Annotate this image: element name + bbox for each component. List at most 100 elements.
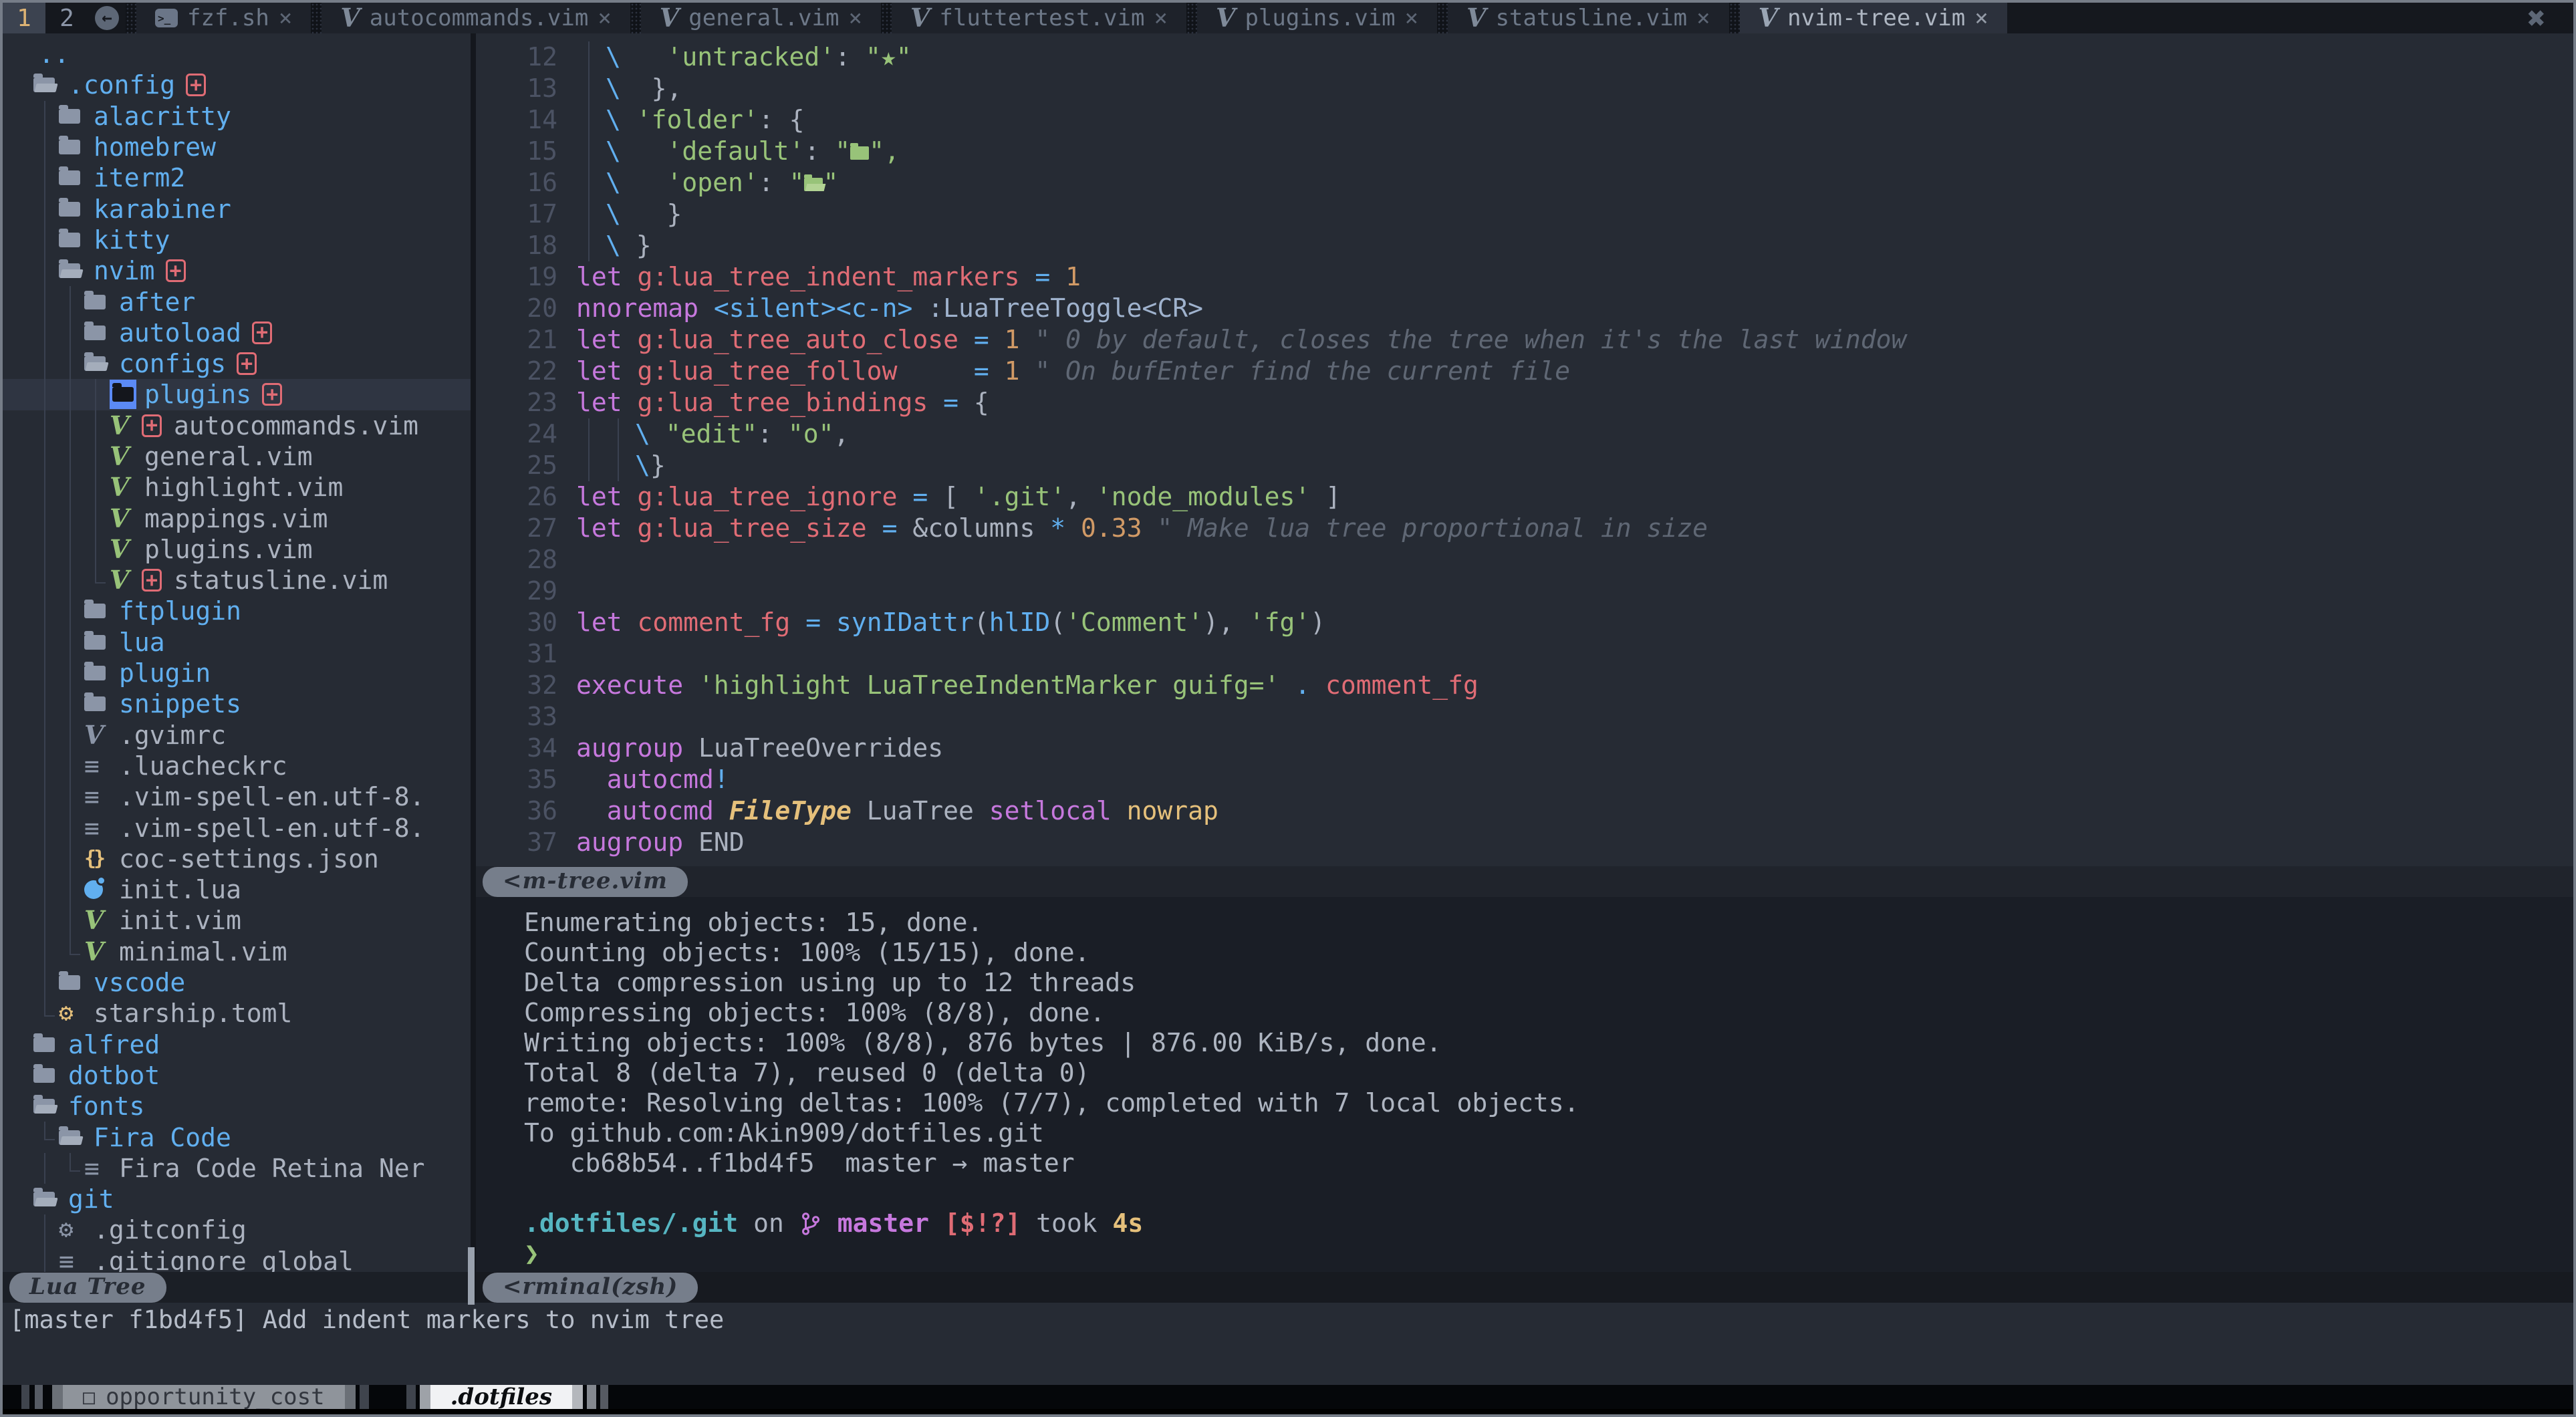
tree-row-init.vim[interactable]: Vinit.vim <box>3 905 471 936</box>
tree-row-homebrew[interactable]: homebrew <box>3 132 471 162</box>
tab-close-icon[interactable]: × <box>279 5 292 31</box>
indent-line-marker <box>59 751 84 781</box>
tree-row-highlight.vim[interactable]: Vhighlight.vim <box>3 472 471 503</box>
tree-row-plugins[interactable]: plugins+ <box>3 379 471 410</box>
tmux-session-opportunity-cost[interactable]: □ opportunity_cost <box>52 1385 369 1409</box>
code-text: \} <box>576 450 666 481</box>
tree-row-.gitignore-global[interactable]: ≡.gitignore_global <box>3 1246 471 1272</box>
tab-close-icon[interactable]: × <box>1696 5 1710 31</box>
back-circle-icon[interactable]: ← <box>88 3 126 33</box>
tree-row-nvim[interactable]: nvim+ <box>3 255 471 286</box>
list-file-icon: ≡ <box>84 1156 100 1181</box>
terminal-buffer[interactable]: Enumerating objects: 15, done.Counting o… <box>476 897 2573 1272</box>
code-token: } <box>667 199 682 229</box>
indent-line-marker <box>33 410 59 441</box>
tab-close-icon[interactable]: × <box>1154 5 1167 31</box>
tree-row-fonts[interactable]: fonts <box>3 1091 471 1122</box>
tab-close-icon[interactable]: × <box>598 5 611 31</box>
tree-row-snippets[interactable]: snippets <box>3 688 471 719</box>
close-all-icon[interactable]: ✖ <box>2500 3 2573 33</box>
code-text: autocmd FileType LuaTree setlocal nowrap <box>576 795 1218 827</box>
tab-close-icon[interactable]: × <box>1974 5 1988 31</box>
code-token: 'highlight LuaTreeIndentMarker guifg=' <box>698 670 1279 700</box>
tab-nvim-tree.vim[interactable]: Vnvim-tree.vim× <box>1740 3 2007 33</box>
tree-row-alfred[interactable]: alfred <box>3 1029 471 1060</box>
tree-row-.gvimrc[interactable]: V.gvimrc <box>3 720 471 751</box>
indent-line-marker <box>59 688 84 719</box>
tree-scrollbar-thumb[interactable] <box>468 1247 475 1305</box>
tree-row-plugin[interactable]: plugin <box>3 658 471 688</box>
tree-row-git[interactable]: git <box>3 1184 471 1214</box>
tree-row-karabiner[interactable]: karabiner <box>3 193 471 224</box>
tree-label: plugin <box>119 658 211 688</box>
tab-statusline.vim[interactable]: Vstatusline.vim× <box>1448 3 1729 33</box>
tree-row-autoload[interactable]: autoload+ <box>3 317 471 348</box>
tmux-window-1[interactable]: 1 <box>3 3 45 33</box>
tree-row-kitty[interactable]: kitty <box>3 225 471 255</box>
nvim-tree-pane[interactable]: ...config+alacrittyhomebrewiterm2karabin… <box>3 33 471 1303</box>
tree-row-coc-settings.json[interactable]: {}coc-settings.json <box>3 844 471 874</box>
tree-row-autocommands.vim[interactable]: V+autocommands.vim <box>3 410 471 441</box>
code-text: autocmd! <box>576 764 729 795</box>
code-token: \ <box>635 450 650 480</box>
folder-icon <box>59 109 88 124</box>
tree-row-lua[interactable]: lua <box>3 627 471 658</box>
tree-row-Fira-Code-Retina-Ner[interactable]: ≡Fira Code Retina Ner <box>3 1153 471 1184</box>
tree-row-.config[interactable]: .config+ <box>3 70 471 100</box>
tree-row-after[interactable]: after <box>3 286 471 317</box>
tree-row-alacritty[interactable]: alacritty <box>3 101 471 132</box>
code-token: \ <box>606 168 667 197</box>
tree-row-starship.toml[interactable]: ⚙starship.toml <box>3 998 471 1029</box>
code-token: "edit" <box>666 419 757 448</box>
editor-buffer[interactable]: 12\ 'untracked': "★"13\ },14\ 'folder': … <box>476 33 2573 866</box>
tree-label: highlight.vim <box>144 473 343 502</box>
indent-guide <box>588 230 606 261</box>
tree-label: .. <box>39 39 70 69</box>
tab-plugins.vim[interactable]: Vplugins.vim× <box>1197 3 1437 33</box>
tree-row-mappings.vim[interactable]: Vmappings.vim <box>3 503 471 533</box>
tree-row-.vim-spell-en.utf-8.[interactable]: ≡.vim-spell-en.utf-8. <box>3 781 471 812</box>
tab-general.vim[interactable]: Vgeneral.vim× <box>641 3 881 33</box>
tab-close-icon[interactable]: × <box>848 5 862 31</box>
tree-row-dotbot[interactable]: dotbot <box>3 1060 471 1091</box>
tab-autocommands.vim[interactable]: Vautocommands.vim× <box>321 3 630 33</box>
tree-row-.vim-spell-en.utf-8.[interactable]: ≡.vim-spell-en.utf-8. <box>3 812 471 843</box>
tmux-session-dotfiles[interactable]: .dotfiles <box>406 1385 608 1409</box>
tree-row-..[interactable]: .. <box>3 39 471 70</box>
vim-icon: V <box>84 908 104 933</box>
lua-icon <box>84 880 103 899</box>
line-number: 20 <box>476 293 576 324</box>
tree-row-vscode[interactable]: vscode <box>3 967 471 998</box>
tree-row-.luacheckrc[interactable]: ≡.luacheckrc <box>3 751 471 781</box>
folder-open-icon <box>33 1192 63 1206</box>
tab-fluttertest.vim[interactable]: Vfluttertest.vim× <box>892 3 1186 33</box>
tmux-session-label: opportunity_cost <box>106 1384 325 1410</box>
code-token: let <box>576 262 638 291</box>
tree-row-init.lua[interactable]: init.lua <box>3 874 471 905</box>
tree-row-configs[interactable]: configs+ <box>3 348 471 379</box>
tab-fzf.sh[interactable]: >_fzf.sh× <box>136 3 311 33</box>
folder-closed-glyph <box>33 1068 55 1083</box>
indent-line-marker <box>33 751 59 781</box>
terminal-line: Enumerating objects: 15, done. <box>524 908 2573 938</box>
tree-row-ftplugin[interactable]: ftplugin <box>3 596 471 626</box>
tree-row-general.vim[interactable]: Vgeneral.vim <box>3 441 471 472</box>
tree-row-iterm2[interactable]: iterm2 <box>3 162 471 193</box>
terminal-line: Total 8 (delta 7), reused 0 (delta 0) <box>524 1058 2573 1088</box>
tree-row-plugins.vim[interactable]: Vplugins.vim <box>3 534 471 565</box>
code-token: "o" <box>788 419 834 448</box>
tab-close-icon[interactable]: × <box>1405 5 1418 31</box>
code-token: { <box>789 105 805 134</box>
line-number: 26 <box>476 481 576 513</box>
tree-row-statusline.vim[interactable]: V+statusline.vim <box>3 565 471 596</box>
tree-row-minimal.vim[interactable]: Vminimal.vim <box>3 936 471 967</box>
folder-icon <box>84 635 114 650</box>
indent-line-marker <box>59 472 84 503</box>
code-text <box>576 638 592 670</box>
tmux-session-label: .dotfiles <box>450 1384 552 1410</box>
prompt-chevron[interactable]: ❯ <box>524 1239 2573 1269</box>
tmux-window-2[interactable]: 2 <box>45 3 88 33</box>
tree-row-Fira-Code[interactable]: Fira Code <box>3 1122 471 1152</box>
window-separator[interactable] <box>471 33 476 1303</box>
tree-row-.gitconfig[interactable]: ⚙.gitconfig <box>3 1214 471 1245</box>
